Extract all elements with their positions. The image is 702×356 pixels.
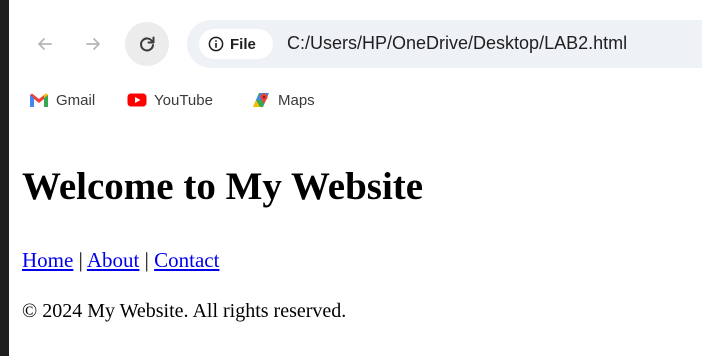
page-title: Welcome to My Website	[22, 165, 424, 208]
site-info-chip[interactable]: File	[199, 29, 273, 59]
youtube-icon	[127, 93, 147, 107]
bookmark-label: YouTube	[154, 91, 213, 109]
page-content: Welcome to My Website Home | About | Con…	[9, 120, 702, 356]
reload-icon	[140, 36, 155, 52]
bookmark-youtube[interactable]: YouTube	[127, 87, 213, 113]
footer-text: © 2024 My Website. All rights reserved.	[22, 300, 347, 322]
arrow-right-icon	[86, 38, 100, 50]
bookmarks-bar: Gmail YouTube Maps	[9, 80, 702, 120]
url-text[interactable]: C:/Users/HP/OneDrive/Desktop/LAB2.html	[287, 33, 627, 54]
bookmark-label: Maps	[278, 91, 315, 109]
back-button[interactable]	[23, 22, 67, 66]
site-info-label: File	[230, 35, 256, 53]
gmail-icon	[30, 93, 48, 107]
maps-icon	[253, 93, 269, 107]
site-nav: Home | About | Contact	[22, 248, 219, 273]
window-left-border	[0, 0, 9, 356]
bookmark-label: Gmail	[56, 91, 96, 109]
nav-separator: |	[78, 248, 83, 272]
forward-button[interactable]	[71, 22, 115, 66]
bookmark-maps[interactable]: Maps	[251, 87, 315, 113]
reload-button[interactable]	[125, 22, 169, 66]
bookmark-gmail[interactable]: Gmail	[29, 87, 95, 113]
nav-separator: |	[144, 248, 149, 272]
nav-link-contact[interactable]: Contact	[154, 248, 219, 272]
nav-link-home[interactable]: Home	[22, 248, 73, 272]
nav-link-about[interactable]: About	[87, 248, 140, 272]
address-bar[interactable]: File C:/Users/HP/OneDrive/Desktop/LAB2.h…	[187, 20, 702, 68]
browser-toolbar: File C:/Users/HP/OneDrive/Desktop/LAB2.h…	[9, 0, 702, 80]
info-icon	[208, 36, 224, 52]
arrow-left-icon	[38, 38, 52, 50]
